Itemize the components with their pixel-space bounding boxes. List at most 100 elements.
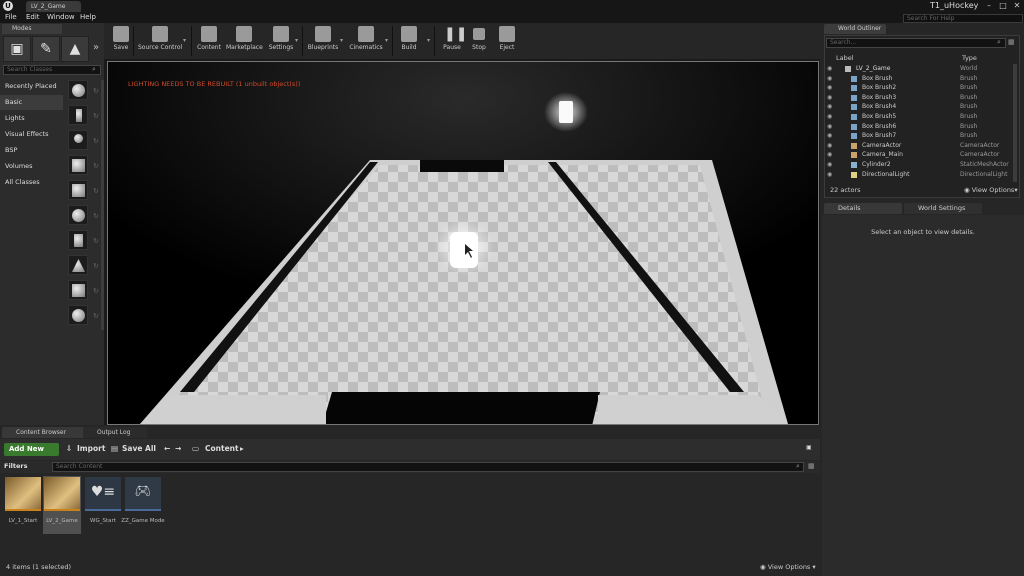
modes-scrollbar[interactable] [101,80,104,330]
eye-icon[interactable]: ◉ [827,74,832,84]
eye-icon[interactable]: ◉ [827,131,832,141]
level-viewport[interactable]: LIGHTING NEEDS TO BE REBUILT (1 unbuilt … [107,61,819,425]
asset-wg-start[interactable]: ♥≡ WG_Start [84,476,122,534]
menu-edit[interactable]: Edit [26,13,40,21]
path-chevron-icon[interactable]: ▸ [240,444,244,453]
save-button[interactable]: Save [106,25,136,58]
eye-icon[interactable]: ◉ [827,93,832,103]
landscape-mode-icon[interactable]: ▲ [61,36,89,62]
sphere-trigger-thumb[interactable] [68,305,88,325]
empty-character-thumb[interactable] [68,105,88,125]
settings-button[interactable]: Settings [266,25,296,58]
point-light-thumb[interactable] [68,130,88,150]
outliner-row[interactable]: ◉ Cylinder2 StaticMeshActor [825,160,1010,170]
outliner-label-header[interactable]: Label [836,54,854,62]
add-new-button[interactable]: Add New [4,443,59,456]
eye-icon[interactable]: ◉ [827,160,832,170]
eye-icon[interactable]: ◉ [827,102,832,112]
search-classes-input[interactable]: Search Classes [3,65,101,75]
box-trigger-thumb[interactable] [68,280,88,300]
source-control-dropdown-icon[interactable]: ▾ [183,37,186,44]
content-view-options-button[interactable]: ◉ View Options ▾ [760,563,816,571]
path-content[interactable]: Content [205,444,239,453]
build-button[interactable]: Build [394,25,424,58]
filters-button[interactable]: Filters [4,462,28,470]
eye-icon[interactable]: ◉ [827,150,832,160]
outliner-scrollbar[interactable] [1013,64,1017,182]
outliner-search-input[interactable]: Search... [826,38,1006,48]
build-dropdown-icon[interactable]: ▾ [427,37,430,44]
modes-tab[interactable]: Modes [2,24,62,34]
world-outliner-tab[interactable]: World Outliner [824,24,886,34]
sphere-thumb[interactable] [68,205,88,225]
outliner-row[interactable]: ◉ Box Brush4 Brush [825,102,1010,112]
eject-button[interactable]: Eject [492,25,522,58]
category-all-classes[interactable]: All Classes [0,175,63,190]
pause-button[interactable]: ❚❚ Pause [437,25,467,58]
outliner-row[interactable]: ◉ LV_2_Game World [825,64,1010,74]
eye-icon[interactable]: ◉ [827,122,832,132]
outliner-row[interactable]: ◉ Box Brush2 Brush [825,83,1010,93]
level-document-tab[interactable]: LV_2_Game [26,1,81,12]
tab-content-browser[interactable]: Content Browser [2,427,90,438]
category-lights[interactable]: Lights [0,111,63,126]
cone-thumb[interactable] [68,255,88,275]
source-control-button[interactable]: Source Control [138,25,182,58]
outliner-row[interactable]: ◉ Box Brush6 Brush [825,122,1010,132]
eye-icon[interactable]: ◉ [827,83,832,93]
lock-icon[interactable]: ▣ [806,444,812,451]
unreal-logo-icon[interactable]: U [3,1,13,11]
asset-zz-game-mode[interactable]: 🎮︎ ZZ_Game Mode [121,476,165,534]
category-recently-placed[interactable]: Recently Placed [0,79,63,94]
menu-window[interactable]: Window [47,13,75,21]
cinematics-button[interactable]: Cinematics [348,25,384,58]
forward-arrow-icon[interactable]: → [175,444,181,453]
search-content-input[interactable]: Search Content [52,462,804,472]
eye-icon[interactable]: ◉ [827,112,832,122]
settings-dropdown-icon[interactable]: ▾ [295,37,298,44]
eye-icon[interactable]: ◉ [827,64,832,74]
menu-help[interactable]: Help [80,13,96,21]
outliner-row[interactable]: ◉ Box Brush Brush [825,74,1010,84]
place-mode-icon[interactable]: ▣ [3,36,31,62]
category-visual-effects[interactable]: Visual Effects [0,127,63,142]
asset-lv-1-start[interactable]: LV_1_Start [4,476,42,534]
outliner-row[interactable]: ◉ DirectionalLight DirectionalLight [825,170,1010,180]
paint-mode-icon[interactable]: ✎ [32,36,60,62]
save-all-button[interactable]: Save All [122,444,156,453]
blueprints-dropdown-icon[interactable]: ▾ [340,37,343,44]
category-basic[interactable]: Basic [0,95,63,110]
outliner-row[interactable]: ◉ Box Brush3 Brush [825,93,1010,103]
minimize-button[interactable]: – [982,0,996,11]
outliner-row[interactable]: ◉ Box Brush5 Brush [825,112,1010,122]
outliner-view-options-button[interactable]: ◉ View Options▾ [964,186,1018,194]
asset-lv-2-game[interactable]: LV_2_Game [43,476,81,534]
tab-world-settings[interactable]: World Settings [904,203,982,214]
marketplace-button[interactable]: Marketplace [226,25,263,58]
outliner-type-header[interactable]: Type [962,54,977,62]
content-button[interactable]: Content [194,25,224,58]
category-volumes[interactable]: Volumes [0,159,63,174]
cube-thumb[interactable] [68,180,88,200]
chevron-right-icon[interactable]: » [93,42,99,53]
category-bsp[interactable]: BSP [0,143,63,158]
stop-button[interactable]: Stop [464,25,494,58]
back-arrow-icon[interactable]: ← [164,444,170,453]
tab-output-log[interactable]: Output Log [83,427,147,438]
outliner-row[interactable]: ◉ Box Brush7 Brush [825,131,1010,141]
cylinder-thumb[interactable] [68,230,88,250]
eye-icon[interactable]: ◉ [827,141,832,151]
cinematics-dropdown-icon[interactable]: ▾ [385,37,388,44]
maximize-button[interactable]: □ [996,0,1010,11]
player-start-thumb[interactable] [68,155,88,175]
outliner-row[interactable]: ◉ CameraActor CameraActor [825,141,1010,151]
outliner-row[interactable]: ◉ Camera_Main CameraActor [825,150,1010,160]
history-icon[interactable]: ▦ [808,462,815,470]
eye-icon[interactable]: ◉ [827,170,832,180]
menu-file[interactable]: File [5,13,17,21]
blueprints-button[interactable]: Blueprints [306,25,340,58]
outliner-options-icon[interactable]: ▦ [1008,38,1015,46]
tab-details[interactable]: Details [824,203,902,214]
close-button[interactable]: ✕ [1010,0,1024,11]
import-button[interactable]: Import [77,444,105,453]
